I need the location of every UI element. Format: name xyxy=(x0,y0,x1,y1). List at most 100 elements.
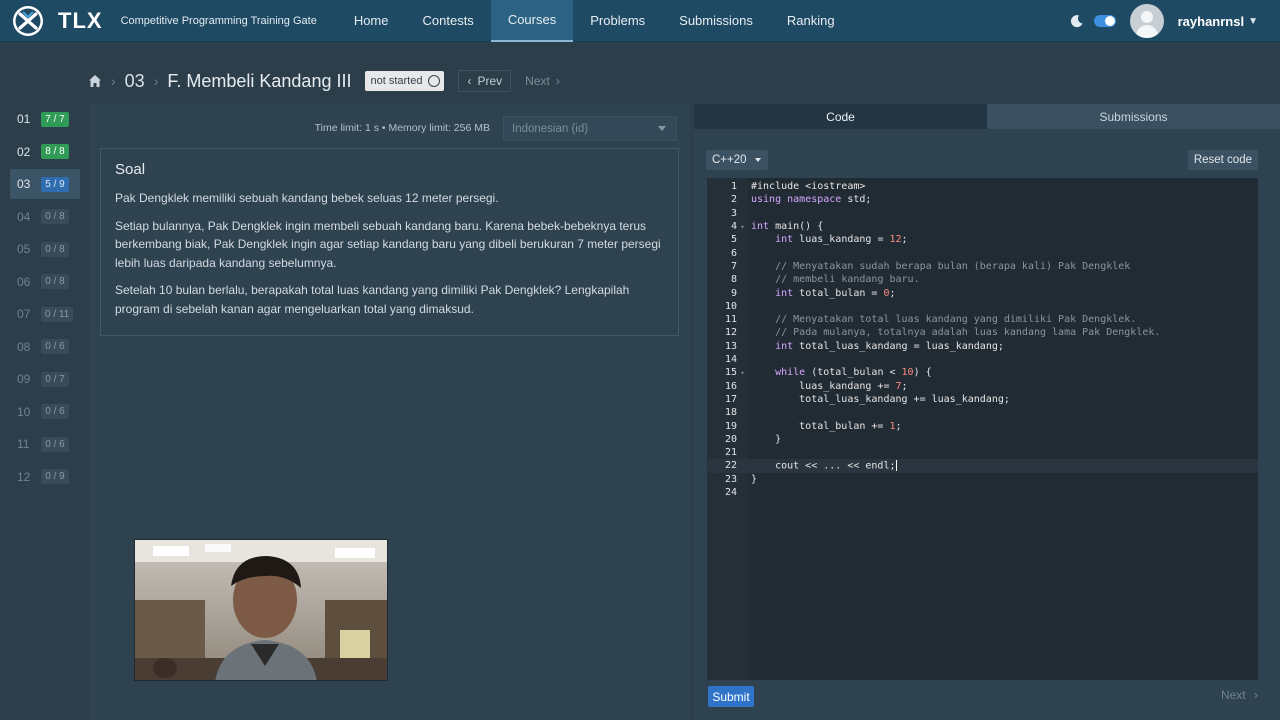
next-button[interactable]: Next › xyxy=(517,70,568,92)
brand-tagline: Competitive Programming Training Gate xyxy=(120,14,317,27)
status-label: not started xyxy=(370,75,423,87)
code-line[interactable]: 12 // Pada mulanya, totalnya adalah luas… xyxy=(707,326,1258,339)
code-line[interactable]: 11 // Menyatakan total luas kandang yang… xyxy=(707,313,1258,326)
line-number: 22 xyxy=(724,460,737,472)
line-number: 17 xyxy=(724,393,737,405)
code-line[interactable]: 17 total_luas_kandang += luas_kandang; xyxy=(707,393,1258,406)
fold-icon[interactable]: ▾ xyxy=(737,223,748,231)
code-text: // Pada mulanya, totalnya adalah luas ka… xyxy=(775,327,1161,339)
code-text: // membeli kandang baru. xyxy=(775,274,920,286)
code-line[interactable]: 15 ▾ while (total_bulan < 10) { xyxy=(707,366,1258,379)
line-number: 8 xyxy=(730,274,737,286)
score-badge: 7 / 7 xyxy=(41,111,69,127)
problem-item-09[interactable]: 09 0 / 7 xyxy=(10,364,80,394)
brand-logo[interactable]: TLX Competitive Programming Training Gat… xyxy=(12,5,317,37)
problem-number: 12 xyxy=(17,469,31,484)
problem-item-08[interactable]: 08 0 / 6 xyxy=(10,332,80,362)
code-line[interactable]: 21 xyxy=(707,446,1258,459)
next-problem-button[interactable]: Next › xyxy=(1221,688,1258,702)
code-language-select[interactable]: C++20 xyxy=(706,150,768,170)
problem-number: 06 xyxy=(17,274,31,289)
breadcrumb-separator: › xyxy=(153,73,159,89)
next-label: Next xyxy=(525,74,550,88)
tab-submissions[interactable]: Submissions xyxy=(987,104,1280,129)
score-badge: 0 / 8 xyxy=(41,209,69,224)
problem-item-06[interactable]: 06 0 / 8 xyxy=(10,267,80,297)
code-line[interactable]: 24 xyxy=(707,486,1258,499)
code-line[interactable]: 14 xyxy=(707,353,1258,366)
problem-item-04[interactable]: 04 0 / 8 xyxy=(10,202,80,232)
chapter-number[interactable]: 03 xyxy=(125,71,145,92)
line-number: 18 xyxy=(724,407,737,419)
code-line[interactable]: 6 xyxy=(707,247,1258,260)
line-number: 1 xyxy=(730,181,737,193)
line-number: 9 xyxy=(730,287,737,299)
code-text: // Menyatakan sudah berapa bulan (berapa… xyxy=(775,260,1131,272)
problem-number: 08 xyxy=(17,339,31,354)
main-nav: Home Contests Courses Problems Submissio… xyxy=(337,0,852,42)
line-number: 7 xyxy=(730,260,737,272)
tab-code[interactable]: Code xyxy=(694,104,987,129)
home-icon[interactable] xyxy=(88,74,102,88)
code-line[interactable]: 9 int total_bulan = 0; xyxy=(707,286,1258,299)
code-editor[interactable]: 1 #include <iostream> 2 using namespace std… xyxy=(707,178,1258,680)
code-line[interactable]: 16 luas_kandang += 7; xyxy=(707,380,1258,393)
problem-item-05[interactable]: 05 0 / 8 xyxy=(10,234,80,264)
submit-button[interactable]: Submit xyxy=(708,686,754,707)
code-line[interactable]: 22 cout << ... << endl; xyxy=(707,459,1258,473)
chevron-right-icon: › xyxy=(1254,688,1258,702)
top-navbar: TLX Competitive Programming Training Gat… xyxy=(0,0,1280,42)
code-line[interactable]: 7 // Menyatakan sudah berapa bulan (bera… xyxy=(707,260,1258,273)
code-text: int luas_kandang = 12; xyxy=(775,234,908,246)
code-text: total_luas_kandang += luas_kandang; xyxy=(751,393,1010,405)
problem-item-12[interactable]: 12 0 / 9 xyxy=(10,462,80,492)
fold-icon[interactable]: ▾ xyxy=(737,369,748,377)
avatar[interactable] xyxy=(1129,4,1164,38)
dark-mode-toggle[interactable] xyxy=(1093,15,1116,27)
problem-item-10[interactable]: 10 0 / 6 xyxy=(10,397,80,427)
username[interactable]: rayhanrnsl xyxy=(1178,14,1244,29)
problem-number: 03 xyxy=(17,177,31,191)
code-line[interactable]: 5 int luas_kandang = 12; xyxy=(707,233,1258,246)
code-line[interactable]: 19 total_bulan += 1; xyxy=(707,419,1258,432)
caret-down-icon xyxy=(658,126,666,131)
nav-problems[interactable]: Problems xyxy=(573,0,662,42)
score-badge: 0 / 8 xyxy=(41,241,69,257)
nav-contests[interactable]: Contests xyxy=(406,0,491,42)
code-line[interactable]: 4 ▾ int main() { xyxy=(707,220,1258,233)
brand-name: TLX xyxy=(58,7,103,33)
code-text: int main() { xyxy=(751,221,824,233)
line-number: 10 xyxy=(724,300,737,312)
prev-button[interactable]: ‹ Prev xyxy=(458,70,512,92)
problem-number: 01 xyxy=(17,112,31,126)
chevron-down-icon[interactable]: ▼ xyxy=(1248,16,1258,27)
breadcrumb-separator: › xyxy=(111,73,116,89)
problem-item-02[interactable]: 02 8 / 8 xyxy=(10,137,80,167)
code-line[interactable]: 3 xyxy=(707,207,1258,220)
code-line[interactable]: 18 xyxy=(707,406,1258,419)
problem-number: 10 xyxy=(17,404,31,419)
code-line[interactable]: 8 // membeli kandang baru. xyxy=(707,273,1258,286)
problem-item-01[interactable]: 01 7 / 7 xyxy=(10,104,80,134)
nav-courses[interactable]: Courses xyxy=(490,0,574,42)
nav-home[interactable]: Home xyxy=(337,0,406,42)
code-text: int total_luas_kandang = luas_kandang; xyxy=(775,340,1004,352)
nav-ranking[interactable]: Ranking xyxy=(770,0,852,42)
nav-submissions[interactable]: Submissions xyxy=(662,0,770,42)
line-number: 23 xyxy=(724,473,737,485)
problem-item-03[interactable]: 03 5 / 9 xyxy=(10,169,80,199)
reset-code-button[interactable]: Reset code xyxy=(1187,150,1258,170)
code-line[interactable]: 1 #include <iostream> xyxy=(707,180,1258,193)
problem-item-11[interactable]: 11 0 / 6 xyxy=(10,429,80,459)
statement-language-select[interactable]: Indonesian (id) xyxy=(503,116,677,141)
line-number: 24 xyxy=(724,487,737,499)
code-line[interactable]: 13 int total_luas_kandang = luas_kandang… xyxy=(707,340,1258,353)
code-text: total_bulan += 1; xyxy=(751,420,902,432)
statement-paragraph: Pak Dengklek memiliki sebuah kandang beb… xyxy=(115,191,499,205)
code-line[interactable]: 20 } xyxy=(707,433,1258,446)
code-line[interactable]: 2 using namespace std; xyxy=(707,193,1258,206)
code-line[interactable]: 10 xyxy=(707,300,1258,313)
problem-item-07[interactable]: 07 0 / 11 xyxy=(10,299,80,329)
code-line[interactable]: 23} xyxy=(707,473,1258,486)
score-badge: 0 / 6 xyxy=(41,339,69,354)
